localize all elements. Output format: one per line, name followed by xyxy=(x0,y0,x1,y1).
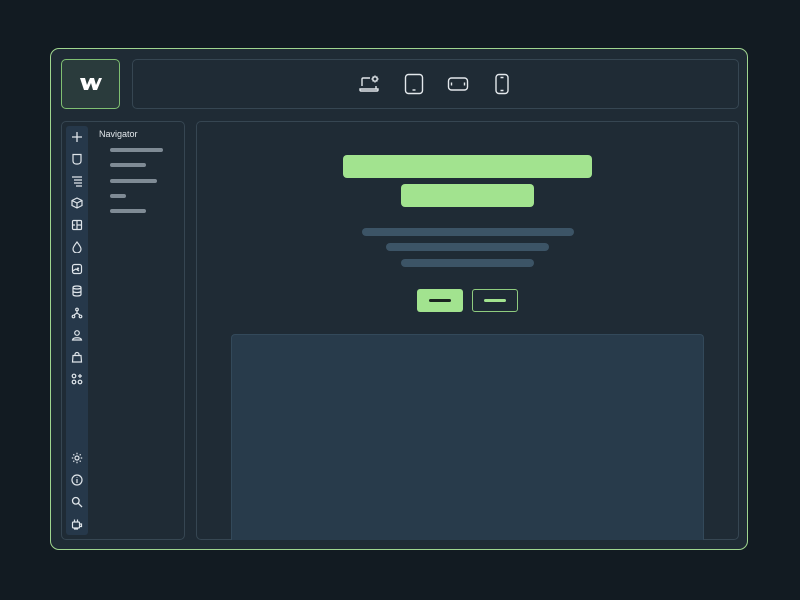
button-label-placeholder xyxy=(429,299,451,302)
paragraph-line xyxy=(401,259,534,267)
icon-rail xyxy=(66,126,88,535)
navigator-tree-item[interactable] xyxy=(110,148,163,152)
styles-icon[interactable] xyxy=(70,218,84,232)
plugin-icon[interactable] xyxy=(70,517,84,531)
navigator-tree-item[interactable] xyxy=(110,209,146,213)
add-icon[interactable] xyxy=(70,130,84,144)
navigator-tree-item[interactable] xyxy=(110,179,157,183)
settings-icon[interactable] xyxy=(70,451,84,465)
secondary-button[interactable] xyxy=(472,289,518,312)
search-icon[interactable] xyxy=(70,495,84,509)
tablet-icon[interactable] xyxy=(402,72,426,96)
subheading-placeholder[interactable] xyxy=(401,184,534,207)
assets-icon[interactable] xyxy=(70,262,84,276)
info-icon[interactable] xyxy=(70,473,84,487)
pages-icon[interactable] xyxy=(70,152,84,166)
webflow-logo-icon xyxy=(79,78,102,90)
ecommerce-icon[interactable] xyxy=(70,350,84,364)
primary-button[interactable] xyxy=(417,289,463,312)
drop-icon[interactable] xyxy=(70,240,84,254)
mobile-landscape-icon[interactable] xyxy=(446,72,470,96)
components-icon[interactable] xyxy=(70,196,84,210)
desktop-settings-icon[interactable] xyxy=(358,72,382,96)
navigator-tree-item[interactable] xyxy=(110,163,146,167)
paragraph-line xyxy=(386,243,549,251)
content-section-placeholder[interactable] xyxy=(231,334,704,540)
apps-icon[interactable] xyxy=(70,372,84,386)
heading-placeholder[interactable] xyxy=(343,155,592,178)
cms-icon[interactable] xyxy=(70,284,84,298)
users-icon[interactable] xyxy=(70,328,84,342)
navigator-icon[interactable] xyxy=(70,174,84,188)
logo-button[interactable] xyxy=(61,59,120,109)
device-toolbar xyxy=(132,59,739,109)
logic-icon[interactable] xyxy=(70,306,84,320)
paragraph-line xyxy=(362,228,574,236)
navigator-tree-item[interactable] xyxy=(110,194,126,198)
mobile-portrait-icon[interactable] xyxy=(490,72,514,96)
navigator-title: Navigator xyxy=(99,129,138,139)
button-label-placeholder xyxy=(484,299,506,302)
